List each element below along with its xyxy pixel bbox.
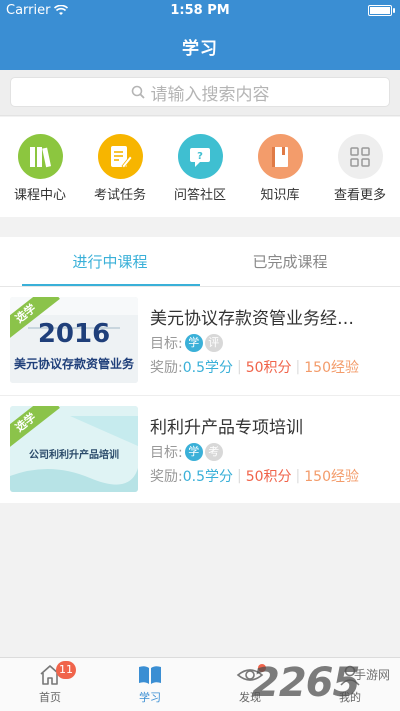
divider: | <box>295 468 301 484</box>
reward-points: 50积分 <box>245 469 292 485</box>
target-study-chip: 学 <box>184 334 203 352</box>
reward-label: 奖励: <box>150 360 183 376</box>
divider: | <box>236 359 242 375</box>
svg-text:?: ? <box>197 151 203 162</box>
status-time: 1:58 PM <box>170 3 230 18</box>
thumb-year: 2016 <box>37 319 111 349</box>
target-exam-chip: 考 <box>204 443 223 461</box>
reward-credit: 0.5学分 <box>182 360 233 376</box>
tab-in-progress[interactable]: 进行中课程 <box>10 237 210 287</box>
quick-link-label: 知识库 <box>260 188 300 203</box>
exam-icon <box>97 134 143 179</box>
quick-link-label: 考试任务 <box>93 188 146 203</box>
target-study-chip: 学 <box>184 443 203 461</box>
course-list: 2016 美元协议存款资管业务 选学 美元协议存款资管业务经… 目标: 学 评 … <box>0 287 400 503</box>
course-thumbnail: 公司利利升产品培训 选学 <box>10 406 138 492</box>
quick-links: 课程中心 考试任务 ? 问答社区 知识库 查看更多 <box>0 117 400 217</box>
list-item[interactable]: 公司利利升产品培训 选学 利利升产品专项培训 目标: 学 考 奖励: 0.5学分… <box>0 395 400 503</box>
list-item[interactable]: 2016 美元协议存款资管业务 选学 美元协议存款资管业务经… 目标: 学 评 … <box>0 287 400 395</box>
thumb-caption: 美元协议存款资管业务 <box>13 357 134 371</box>
search-icon <box>131 85 145 99</box>
target-evaluate-chip: 评 <box>204 334 223 352</box>
quick-link-knowledge-base[interactable]: 知识库 <box>240 117 320 217</box>
divider: | <box>295 359 301 375</box>
reward-points: 50积分 <box>245 360 292 376</box>
nav-label: 首页 <box>39 691 61 704</box>
app-header: Carrier 1:58 PM 学习 <box>0 0 400 70</box>
target-label: 目标: <box>150 445 183 461</box>
course-targets: 目标: 学 评 <box>150 333 223 353</box>
watermark-logo: 2265 <box>252 660 360 706</box>
quick-link-view-more[interactable]: 查看更多 <box>320 117 400 217</box>
reward-exp: 150经验 <box>304 360 359 376</box>
grid-icon <box>337 134 383 179</box>
qa-icon: ? <box>177 134 223 179</box>
course-rewards: 奖励: 0.5学分 | 50积分 | 150经验 <box>150 357 359 377</box>
reward-exp: 150经验 <box>304 469 359 485</box>
course-title: 利利升产品专项培训 <box>150 418 303 438</box>
battery-icon <box>368 5 395 16</box>
reward-credit: 0.5学分 <box>182 469 233 485</box>
page-title: 学习 <box>182 39 218 59</box>
study-book-icon <box>139 666 161 684</box>
divider: | <box>236 468 242 484</box>
course-tabs: 进行中课程 已完成课程 <box>0 237 400 287</box>
quick-link-exam-tasks[interactable]: 考试任务 <box>80 117 160 217</box>
quick-link-label: 查看更多 <box>333 188 386 203</box>
quick-link-course-center[interactable]: 课程中心 <box>0 117 80 217</box>
status-bar: Carrier 1:58 PM <box>0 0 400 22</box>
nav-label: 学习 <box>139 691 161 704</box>
course-title: 美元协议存款资管业务经… <box>150 309 354 329</box>
course-targets: 目标: 学 考 <box>150 442 223 462</box>
course-thumbnail: 2016 美元协议存款资管业务 选学 <box>10 297 138 383</box>
notification-badge: 11 <box>56 661 76 679</box>
books-icon <box>17 134 63 179</box>
quick-link-qa-community[interactable]: ? 问答社区 <box>160 117 240 217</box>
thumb-caption: 公司利利升产品培训 <box>29 450 119 461</box>
watermark-caption: 手游网 <box>354 668 391 682</box>
quick-link-label: 课程中心 <box>13 188 66 203</box>
nav-home[interactable]: 11 首页 <box>0 658 100 711</box>
search-bar: 请输入搜索内容 <box>0 70 400 116</box>
book-icon <box>257 134 303 179</box>
quick-link-label: 问答社区 <box>173 188 226 203</box>
nav-study[interactable]: 学习 <box>100 658 200 711</box>
search-placeholder: 请输入搜索内容 <box>150 84 270 105</box>
reward-label: 奖励: <box>150 469 183 485</box>
active-tab-indicator <box>22 284 200 286</box>
target-label: 目标: <box>150 336 183 352</box>
course-rewards: 奖励: 0.5学分 | 50积分 | 150经验 <box>150 466 359 486</box>
tab-completed[interactable]: 已完成课程 <box>190 237 390 287</box>
search-input[interactable]: 请输入搜索内容 <box>10 77 390 107</box>
